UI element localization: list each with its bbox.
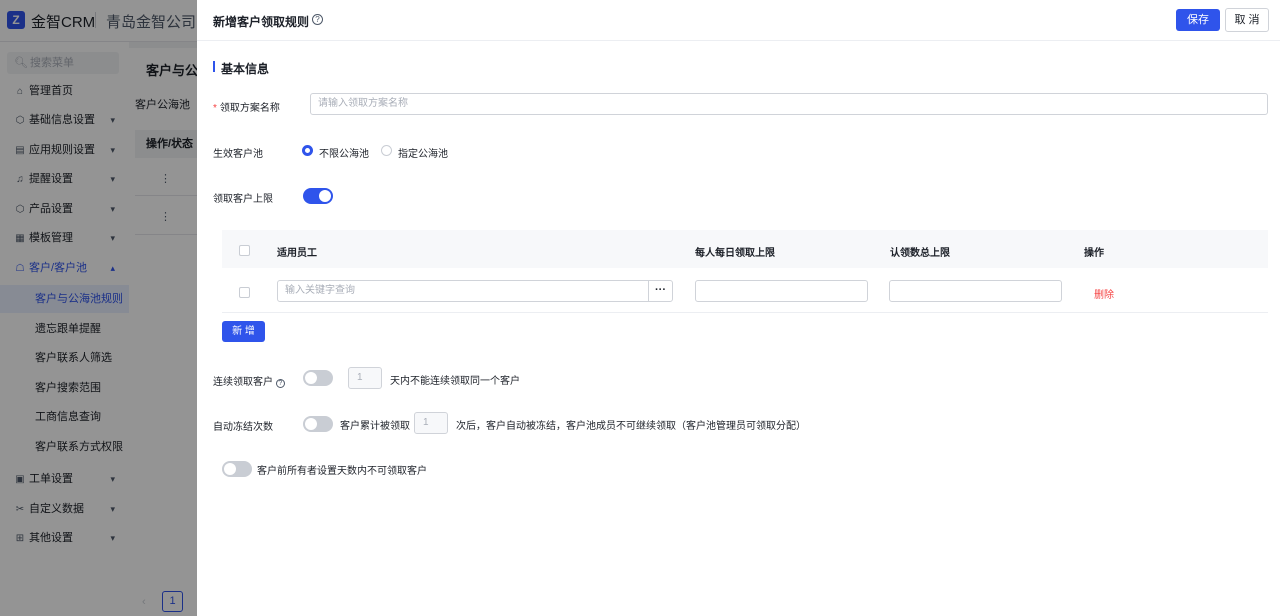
auto-freeze-toggle[interactable] (303, 416, 333, 432)
employee-search-placeholder: 输入关键字查询 (285, 285, 355, 296)
required-mark: * (213, 103, 217, 114)
total-limit-input[interactable] (889, 280, 1062, 302)
auto-freeze-suffix: 次后，客户自动被冻结，客户池成员不可继续领取（客户池管理员可领取分配） (456, 421, 806, 432)
radio-specified-pool-label[interactable]: 指定公海池 (398, 145, 448, 160)
radio-specified-pool[interactable] (381, 145, 392, 156)
section-title: 基本信息 (221, 62, 270, 76)
auto-freeze-count-input[interactable]: 1 (414, 412, 448, 434)
help-icon[interactable]: ? (312, 14, 323, 25)
plan-name-label-text: 领取方案名称 (219, 103, 280, 114)
select-all-checkbox[interactable] (239, 245, 250, 256)
help-icon[interactable]: ? (275, 379, 285, 388)
continuous-suffix: 天内不能连续领取同一个客户 (390, 376, 520, 387)
continuous-days-input[interactable]: 1 (348, 367, 382, 389)
prev-owner-label: 客户前所有者设置天数内不可领取客户 (257, 466, 427, 477)
more-icon[interactable]: ··· (648, 280, 673, 302)
delete-link[interactable]: 删除 (1094, 286, 1114, 301)
column-header-employee: 适用员工 (277, 248, 317, 259)
employee-table-header: 适用员工 每人每日领取上限 认领数总上限 操作 (222, 230, 1268, 268)
auto-freeze-prefix: 客户累计被领取 (340, 421, 410, 432)
limit-toggle[interactable] (303, 188, 333, 204)
table-row: 输入关键字查询 ··· 删除 (222, 269, 1268, 313)
daily-limit-input[interactable] (695, 280, 868, 302)
limit-label: 领取客户上限 (213, 194, 273, 205)
radio-unlimited-pool-label[interactable]: 不限公海池 (319, 145, 369, 160)
pool-label: 生效客户池 (213, 149, 263, 160)
continuous-toggle[interactable] (303, 370, 333, 386)
cancel-button[interactable]: 取 消 (1225, 8, 1269, 32)
column-header-daily-limit: 每人每日领取上限 (695, 248, 775, 259)
column-header-action: 操作 (1084, 248, 1104, 259)
save-button[interactable]: 保存 (1176, 9, 1220, 31)
employee-search-input[interactable]: 输入关键字查询 (277, 280, 649, 302)
add-row-button[interactable]: 新 增 (222, 321, 265, 342)
continuous-label-text: 连续领取客户 (213, 377, 273, 388)
rule-drawer: 新增客户领取规则 ? 保存 取 消 基本信息 * 领取方案名称 请输入领取方案名称… (197, 0, 1280, 616)
plan-name-placeholder: 请输入领取方案名称 (318, 98, 408, 109)
prev-owner-toggle[interactable] (222, 461, 252, 477)
row-checkbox[interactable] (239, 287, 250, 298)
drawer-title: 新增客户领取规则 (213, 15, 310, 29)
plan-name-label: * 领取方案名称 (213, 99, 280, 114)
radio-unlimited-pool[interactable] (302, 145, 313, 156)
column-header-total-limit: 认领数总上限 (890, 248, 950, 259)
plan-name-input[interactable]: 请输入领取方案名称 (310, 93, 1268, 115)
section-marker (213, 61, 215, 72)
drawer-header: 新增客户领取规则 ? 保存 取 消 (197, 0, 1280, 41)
continuous-label: 连续领取客户 ? (213, 373, 285, 388)
auto-freeze-label: 自动冻结次数 (213, 422, 273, 433)
